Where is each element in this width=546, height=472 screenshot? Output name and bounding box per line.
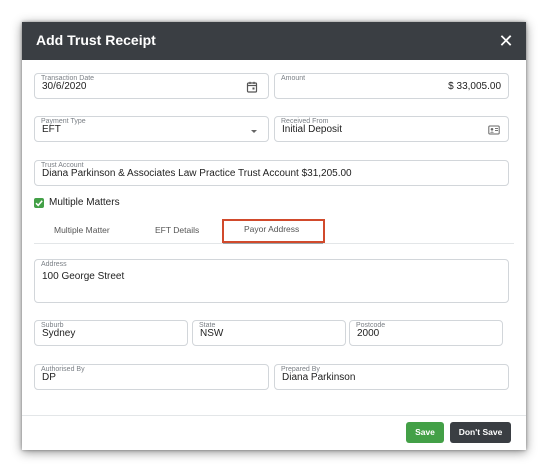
amount-value: $ 33,005.00 [448, 81, 501, 92]
check-icon [35, 200, 43, 207]
address-label: Address [41, 261, 67, 268]
tab-bar: Multiple Matter EFT Details Payor Addres… [34, 219, 514, 244]
amount-label: Amount [281, 75, 306, 82]
postcode-field[interactable]: Postcode 2000 [349, 320, 503, 346]
authorised-by-field[interactable]: Authorised By DP [34, 364, 269, 390]
amount-field[interactable]: Amount $ 33,005.00 [274, 73, 509, 99]
caret-down-icon[interactable] [248, 125, 260, 137]
address-field[interactable]: Address 100 George Street [34, 259, 509, 303]
contact-card-icon[interactable] [488, 124, 500, 136]
footer-divider [22, 415, 526, 416]
prepared-by-field[interactable]: Prepared By Diana Parkinson [274, 364, 509, 390]
payment-type-select[interactable]: Payment Type EFT [34, 116, 269, 142]
trust-account-select[interactable]: Trust Account Diana Parkinson & Associat… [34, 160, 509, 186]
checkbox-box[interactable] [34, 198, 44, 208]
dialog-title: Add Trust Receipt [36, 32, 156, 48]
authorised-by-value: DP [42, 372, 56, 383]
state-value: NSW [200, 328, 224, 339]
state-field[interactable]: State NSW [192, 320, 346, 346]
dialog-titlebar: Add Trust Receipt ✕ [22, 22, 526, 60]
trust-account-value: Diana Parkinson & Associates Law Practic… [42, 168, 352, 179]
save-button[interactable]: Save [406, 422, 444, 443]
received-from-field[interactable]: Received From Initial Deposit [274, 116, 509, 142]
close-icon[interactable]: ✕ [496, 31, 516, 51]
tab-multiple-matter[interactable]: Multiple Matter [54, 225, 110, 235]
address-value: 100 George Street [42, 271, 125, 282]
received-from-value: Initial Deposit [282, 124, 343, 135]
transaction-date-value: 30/6/2020 [42, 81, 87, 92]
tab-eft-details[interactable]: EFT Details [155, 225, 199, 235]
multiple-matters-label: Multiple Matters [49, 197, 120, 208]
transaction-date-field[interactable]: Transaction Date 30/6/2020 [34, 73, 269, 99]
postcode-value: 2000 [357, 328, 380, 339]
add-trust-receipt-dialog: Add Trust Receipt ✕ Transaction Date 30/… [22, 22, 526, 450]
payment-type-value: EFT [42, 124, 61, 135]
tab-payor-address-label: Payor Address [244, 224, 300, 234]
suburb-value: Sydney [42, 328, 76, 339]
prepared-by-value: Diana Parkinson [282, 372, 356, 383]
suburb-field[interactable]: Suburb Sydney [34, 320, 188, 346]
tab-payor-address[interactable]: Payor Address [222, 219, 325, 243]
calendar-icon[interactable] [246, 81, 258, 93]
dont-save-button[interactable]: Don't Save [450, 422, 511, 443]
